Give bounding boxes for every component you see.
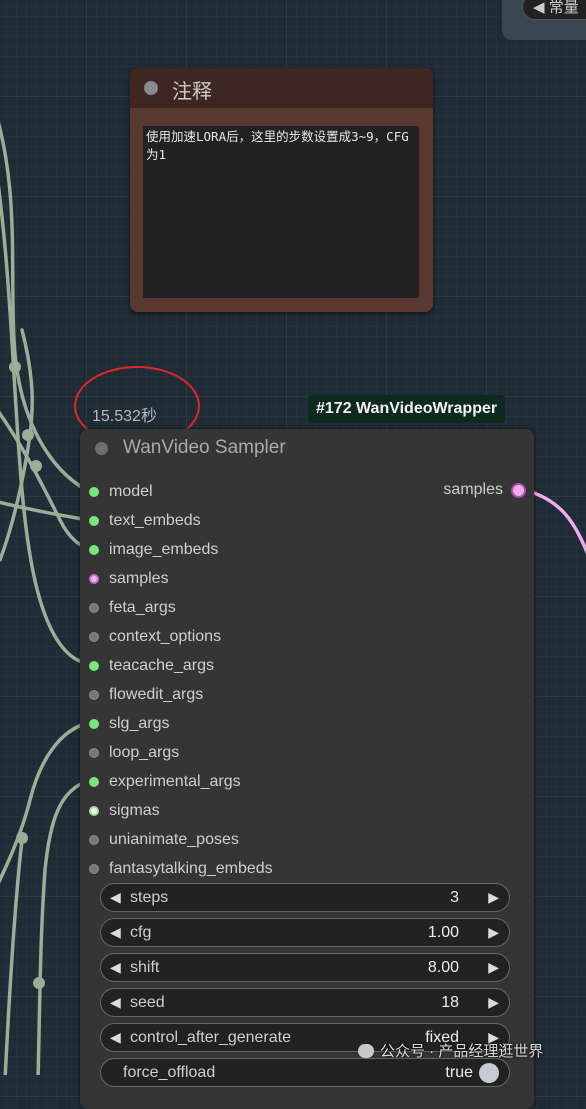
sampler-header[interactable]: WanVideo Sampler [80, 429, 534, 469]
input-label: model [109, 482, 153, 500]
widget-value[interactable]: 3 [450, 889, 459, 907]
decrement-arrow-icon[interactable]: ◀ [110, 994, 121, 1011]
widget-name: control_after_generate [130, 1029, 291, 1046]
widget-value[interactable]: 1.00 [428, 924, 459, 942]
collapse-dot-icon[interactable] [144, 81, 158, 95]
increment-arrow-icon[interactable]: ▶ [488, 924, 499, 941]
input-label: feta_args [109, 598, 176, 616]
input-slot-icon[interactable] [89, 660, 99, 671]
input-row[interactable]: sigmas [80, 796, 160, 825]
input-label: experimental_args [109, 772, 241, 790]
input-label: image_embeds [109, 540, 219, 558]
widget-value[interactable]: 8.00 [428, 959, 459, 977]
input-slot-icon[interactable] [89, 834, 99, 845]
input-row[interactable]: samples [80, 564, 169, 593]
force-offload-widget[interactable]: force_offload true [100, 1058, 510, 1087]
constant-widget[interactable]: ◀ 常量 [522, 0, 586, 20]
input-label: fantasytalking_embeds [109, 859, 273, 877]
input-row[interactable]: flowedit_args [80, 680, 203, 709]
widget-name: steps [130, 889, 169, 906]
input-slot-icon[interactable] [89, 863, 99, 874]
input-label: unianimate_poses [109, 830, 239, 848]
input-row[interactable]: experimental_args [80, 767, 241, 796]
increment-arrow-icon[interactable]: ▶ [488, 959, 499, 976]
wire-image-embeds [0, 410, 90, 551]
input-label: samples [109, 569, 169, 587]
input-row[interactable]: teacache_args [80, 651, 214, 680]
input-label: loop_args [109, 743, 180, 761]
watermark: 公众号 · 产品经理逛世界 [358, 1040, 543, 1061]
input-slot-icon[interactable] [89, 689, 99, 700]
input-row[interactable]: unianimate_poses [80, 825, 239, 854]
input-slot-icon[interactable] [89, 747, 99, 758]
decrement-arrow-icon[interactable]: ◀ [110, 889, 121, 906]
decrement-arrow-icon[interactable]: ◀ [110, 1029, 121, 1046]
widget-name: cfg [130, 924, 152, 941]
shift-widget[interactable]: ◀ shift 8.00 ▶ [100, 953, 510, 982]
reroute-point [30, 460, 42, 472]
note-textarea[interactable]: 使用加速LORA后，这里的步数设置成3~9，CFG为1 [143, 126, 419, 298]
sampler-title: WanVideo Sampler [123, 437, 286, 458]
increment-arrow-icon[interactable]: ▶ [488, 889, 499, 906]
input-label: slg_args [109, 714, 170, 732]
input-row[interactable]: feta_args [80, 593, 176, 622]
input-slot-icon[interactable] [89, 486, 99, 497]
input-row[interactable]: fantasytalking_embeds [80, 854, 273, 883]
collapse-dot-icon[interactable] [95, 442, 108, 455]
reroute-point [33, 977, 45, 989]
input-slot-icon[interactable] [89, 515, 99, 526]
input-row[interactable]: text_embeds [80, 506, 201, 535]
input-row[interactable]: slg_args [80, 709, 169, 738]
cfg-widget[interactable]: ◀ cfg 1.00 ▶ [100, 918, 510, 947]
input-slot-icon[interactable] [89, 718, 99, 729]
wanvideo-sampler-node[interactable]: WanVideo Sampler samples model text_embed… [80, 429, 534, 1109]
input-label: sigmas [109, 801, 160, 819]
increment-arrow-icon[interactable]: ▶ [488, 994, 499, 1011]
reroute-point [9, 361, 21, 373]
reroute-point [16, 832, 28, 844]
input-row[interactable]: context_options [80, 622, 221, 651]
input-row[interactable]: loop_args [80, 738, 179, 767]
widget-name: shift [130, 959, 160, 976]
widget-value[interactable]: 18 [441, 994, 459, 1012]
input-slot-icon[interactable] [89, 631, 99, 642]
input-label: flowedit_args [109, 685, 204, 703]
wire-lower [3, 838, 24, 1075]
decrement-arrow-icon[interactable]: ◀ [110, 959, 121, 976]
decrement-arrow-icon[interactable]: ◀ [110, 924, 121, 941]
widget-value: true [445, 1064, 473, 1081]
note-title: 注释 [172, 81, 212, 103]
widget-name: seed [130, 994, 165, 1011]
input-slot-icon[interactable] [89, 573, 99, 584]
output-samples[interactable]: samples [443, 481, 526, 499]
note-node[interactable]: 注释 使用加速LORA后，这里的步数设置成3~9，CFG为1 [130, 68, 433, 312]
input-slot-icon[interactable] [89, 805, 99, 816]
output-slot-icon[interactable] [511, 482, 526, 498]
node-id-badge: #172 WanVideoWrapper [308, 395, 506, 423]
widget-name: force_offload [123, 1064, 216, 1081]
input-label: context_options [109, 627, 222, 645]
input-slot-icon[interactable] [89, 544, 99, 555]
input-row[interactable]: image_embeds [80, 535, 218, 564]
toggle-knob-icon[interactable] [479, 1063, 499, 1083]
wechat-icon [358, 1043, 374, 1058]
input-slot-icon[interactable] [89, 602, 99, 613]
input-row[interactable]: model [80, 477, 153, 506]
note-header[interactable]: 注释 [130, 68, 433, 108]
input-label: teacache_args [109, 656, 214, 674]
input-label: text_embeds [109, 511, 201, 529]
wire-samples-output [524, 488, 586, 555]
reroute-point [22, 429, 34, 441]
seed-widget[interactable]: ◀ seed 18 ▶ [100, 988, 510, 1017]
watermark-text: 公众号 · 产品经理逛世界 [380, 1043, 544, 1060]
steps-widget[interactable]: ◀ steps 3 ▶ [100, 883, 510, 912]
input-slot-icon[interactable] [89, 776, 99, 787]
output-label: samples [443, 481, 503, 498]
